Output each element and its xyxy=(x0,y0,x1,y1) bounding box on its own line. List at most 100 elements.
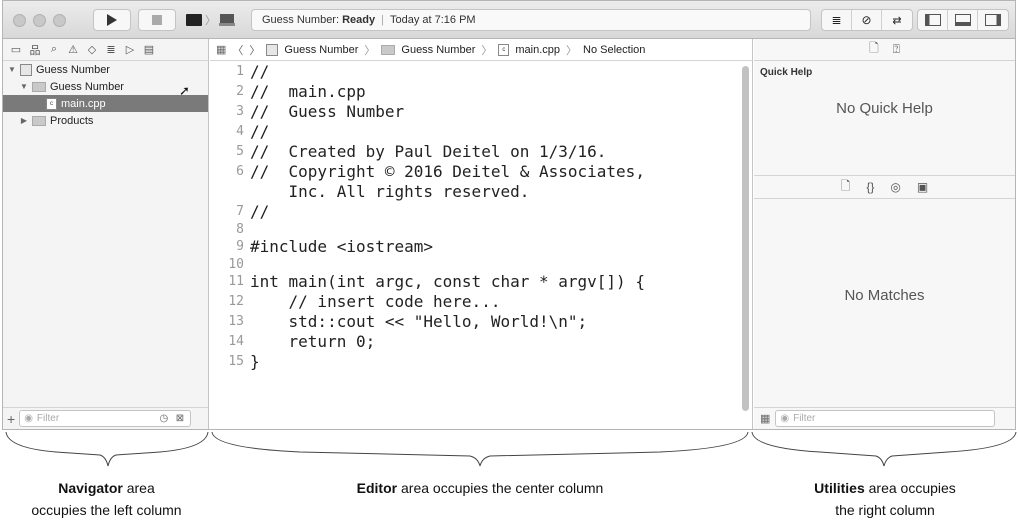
tree-row-project[interactable]: ▼ Guess Number xyxy=(3,61,208,78)
line-number: 8 xyxy=(236,222,244,237)
tree-label: Guess Number xyxy=(36,63,110,76)
caption-bold: Editor xyxy=(356,480,398,496)
code-line: 4 // xyxy=(210,122,740,142)
editor-mode-group: ≣ ⊘ ⇄ xyxy=(821,9,913,31)
zoom-window-button[interactable] xyxy=(53,14,66,27)
xcode-window: 〉 Guess Number: Ready | Today at 7:16 PM ≣… xyxy=(2,0,1016,430)
breakpoint-icon[interactable]: ▷ xyxy=(123,43,137,56)
code-text: // xyxy=(250,62,270,81)
scheme-selector[interactable]: 〉 xyxy=(186,9,235,31)
line-number: 2 xyxy=(236,84,244,99)
media-library-icon[interactable]: ▣ xyxy=(917,180,928,194)
close-window-button[interactable] xyxy=(13,14,26,27)
code-line-wrapped: Inc. All rights reserved. xyxy=(210,182,740,202)
code-line: 10 xyxy=(210,257,740,272)
library-filter-bar: ▦ ◉ Filter xyxy=(754,407,1015,429)
filter-icon: ◉ xyxy=(24,413,33,424)
recent-icon[interactable]: ◷ xyxy=(159,413,168,424)
line-number: 7 xyxy=(236,204,244,219)
tree-label: Guess Number xyxy=(50,80,124,93)
code-line: 8 xyxy=(210,222,740,237)
arrows-icon: ⇄ xyxy=(892,14,902,27)
code-snippet-icon[interactable]: {} xyxy=(866,180,874,194)
editor-scrollbar[interactable] xyxy=(742,66,749,411)
navigator-filter-bar: + ◉ Filter ◷ ⊠ xyxy=(3,407,208,429)
debug-icon[interactable]: ≣ xyxy=(104,43,118,56)
crumb-group[interactable]: Guess Number xyxy=(401,44,475,56)
toolbar: 〉 Guess Number: Ready | Today at 7:16 PM ≣… xyxy=(3,1,1015,39)
toggle-utilities-button[interactable] xyxy=(978,10,1008,30)
library-message: No Matches xyxy=(844,287,925,304)
terminal-icon xyxy=(186,14,202,26)
tree-row-group[interactable]: ▼ Guess Number xyxy=(3,78,208,95)
line-number: 15 xyxy=(228,354,244,369)
crumb-project[interactable]: Guess Number xyxy=(284,44,358,56)
minimize-window-button[interactable] xyxy=(33,14,46,27)
lines-icon: ≣ xyxy=(831,13,842,27)
back-arrow-icon[interactable]: 〈 xyxy=(232,42,243,58)
folder-icon xyxy=(381,44,396,55)
navigator-filter-input[interactable]: ◉ Filter ◷ ⊠ xyxy=(19,410,192,427)
chevron-right-icon: 〉 xyxy=(364,44,376,57)
chevron-right-icon: 〉 xyxy=(481,44,493,57)
right-panel-icon xyxy=(985,14,1001,26)
forward-arrow-icon[interactable]: 〉 xyxy=(249,42,260,58)
version-editor-button[interactable]: ⇄ xyxy=(882,10,912,30)
code-text: // Copyright © 2016 Deitel & Associates, xyxy=(250,162,645,181)
tree-row-main-cpp[interactable]: c main.cpp xyxy=(3,95,208,112)
file-template-icon[interactable]: 🗋 xyxy=(841,177,851,198)
view-toggle-group xyxy=(917,9,1009,31)
caption-text: area occupies xyxy=(868,480,956,496)
activity-viewer: Guess Number: Ready | Today at 7:16 PM xyxy=(251,9,811,31)
project-icon xyxy=(266,43,279,56)
standard-editor-button[interactable]: ≣ xyxy=(822,10,852,30)
crumb-file[interactable]: main.cpp xyxy=(515,44,560,56)
report-icon[interactable]: ▤ xyxy=(142,43,156,56)
related-items-icon[interactable]: ▦ xyxy=(216,43,226,56)
disclosure-open-icon[interactable]: ▼ xyxy=(19,82,29,91)
code-text: // main.cpp xyxy=(250,82,366,101)
test-icon[interactable]: ◇ xyxy=(85,43,99,56)
line-number: 4 xyxy=(236,124,244,139)
mouse-cursor-icon: ➚ xyxy=(179,83,190,98)
warning-icon[interactable]: ⚠ xyxy=(66,43,80,56)
code-line: 5 // Created by Paul Deitel on 1/3/16. xyxy=(210,142,740,162)
tree-row-products[interactable]: ▶ Products xyxy=(3,112,208,129)
line-number: 6 xyxy=(236,164,244,179)
search-icon[interactable]: ⌕ xyxy=(47,43,61,56)
file-inspector-icon[interactable]: 🗋 xyxy=(869,39,879,60)
code-line: 7 // xyxy=(210,202,740,222)
caption-text: the right column xyxy=(835,502,935,518)
scm-icon[interactable]: ⊠ xyxy=(176,413,184,424)
tree-label: main.cpp xyxy=(61,97,106,110)
folder-icon[interactable]: ▭ xyxy=(9,43,23,56)
jump-bar: ▦ 〈 〉 Guess Number 〉 Guess Number 〉 c ma… xyxy=(210,39,752,61)
run-button[interactable] xyxy=(93,9,131,31)
caption-text: area occupies the center column xyxy=(401,480,604,496)
add-icon[interactable]: + xyxy=(7,411,15,427)
assistant-editor-button[interactable]: ⊘ xyxy=(852,10,882,30)
code-text: } xyxy=(250,352,260,371)
code-line: 15} xyxy=(210,352,740,372)
editor-area: ▦ 〈 〉 Guess Number 〉 Guess Number 〉 c ma… xyxy=(210,39,753,429)
line-number: 1 xyxy=(236,64,244,79)
toggle-navigator-button[interactable] xyxy=(918,10,948,30)
library-filter-input[interactable]: ◉ Filter xyxy=(775,410,996,427)
code-text: // Created by Paul Deitel on 1/3/16. xyxy=(250,142,607,161)
crumb-selection[interactable]: No Selection xyxy=(583,44,645,56)
editor-brace xyxy=(211,431,749,467)
quick-help-icon[interactable]: ⍰ xyxy=(893,42,900,57)
caption-bold: Utilities xyxy=(814,480,865,496)
play-icon xyxy=(107,14,117,26)
mac-icon xyxy=(219,14,235,26)
filter-placeholder: Filter xyxy=(793,413,816,424)
disclosure-open-icon[interactable]: ▼ xyxy=(7,65,17,74)
code-editor[interactable]: 1 // 2 // main.cpp 3 // Guess Number 4 // 5 /… xyxy=(210,62,740,372)
disclosure-closed-icon[interactable]: ▶ xyxy=(19,116,29,125)
toggle-debug-button[interactable] xyxy=(948,10,978,30)
line-number xyxy=(210,182,250,202)
object-library-icon[interactable]: ◎ xyxy=(890,180,900,194)
hierarchy-icon[interactable]: 品 xyxy=(28,42,42,58)
grid-view-icon[interactable]: ▦ xyxy=(760,412,770,425)
stop-button[interactable] xyxy=(138,9,176,31)
